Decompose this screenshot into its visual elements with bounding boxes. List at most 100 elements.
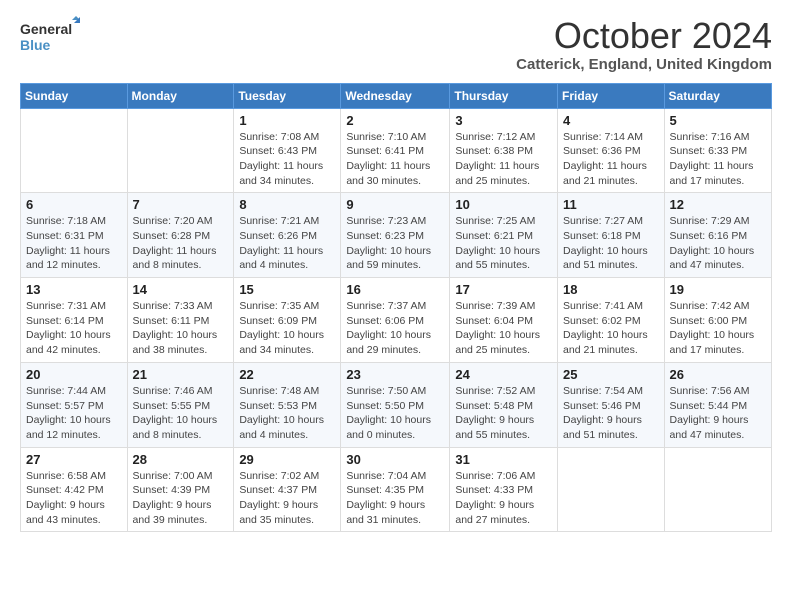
header-tuesday: Tuesday — [234, 83, 341, 108]
day-info: Sunrise: 7:39 AM Sunset: 6:04 PM Dayligh… — [455, 299, 552, 358]
cell-w4-d4: 23 Sunrise: 7:50 AM Sunset: 5:50 PM Dayli… — [341, 362, 450, 447]
day-info: Sunrise: 7:04 AM Sunset: 4:35 PM Dayligh… — [346, 469, 444, 528]
day-info: Sunrise: 7:10 AM Sunset: 6:41 PM Dayligh… — [346, 130, 444, 189]
cell-w1-d7: 5 Sunrise: 7:16 AM Sunset: 6:33 PM Daylig… — [664, 108, 771, 193]
week-row-4: 20 Sunrise: 7:44 AM Sunset: 5:57 PM Dayli… — [21, 362, 772, 447]
day-info: Sunrise: 7:18 AM Sunset: 6:31 PM Dayligh… — [26, 214, 122, 273]
calendar-table: SundayMondayTuesdayWednesdayThursdayFrid… — [20, 83, 772, 533]
cell-w4-d3: 22 Sunrise: 7:48 AM Sunset: 5:53 PM Dayli… — [234, 362, 341, 447]
day-info: Sunrise: 7:12 AM Sunset: 6:38 PM Dayligh… — [455, 130, 552, 189]
week-row-5: 27Sunrise: 6:58 AM Sunset: 4:42 PM Dayli… — [21, 447, 772, 532]
main-title: October 2024 — [516, 16, 772, 56]
day-number: 10 — [455, 197, 552, 212]
cell-w4-d2: 21 Sunrise: 7:46 AM Sunset: 5:55 PM Dayli… — [127, 362, 234, 447]
cell-w4-d5: 24 Sunrise: 7:52 AM Sunset: 5:48 PM Dayli… — [450, 362, 558, 447]
day-info: Sunrise: 7:50 AM Sunset: 5:50 PM Dayligh… — [346, 384, 444, 443]
day-number: 3 — [455, 113, 552, 128]
day-number: 9 — [346, 197, 444, 212]
cell-w5-d3: 29Sunrise: 7:02 AM Sunset: 4:37 PM Dayli… — [234, 447, 341, 532]
cell-w2-d3: 8 Sunrise: 7:21 AM Sunset: 6:26 PM Daylig… — [234, 193, 341, 278]
day-number: 17 — [455, 282, 552, 297]
day-number: 4 — [563, 113, 659, 128]
day-info: Sunrise: 7:33 AM Sunset: 6:11 PM Dayligh… — [133, 299, 229, 358]
day-info: Sunrise: 7:14 AM Sunset: 6:36 PM Dayligh… — [563, 130, 659, 189]
title-section: October 2024 Catterick, England, United … — [516, 16, 772, 73]
header-monday: Monday — [127, 83, 234, 108]
day-number: 15 — [239, 282, 335, 297]
day-info: Sunrise: 7:42 AM Sunset: 6:00 PM Dayligh… — [670, 299, 766, 358]
day-number: 23 — [346, 367, 444, 382]
day-info: Sunrise: 7:31 AM Sunset: 6:14 PM Dayligh… — [26, 299, 122, 358]
day-number: 12 — [670, 197, 766, 212]
cell-w3-d1: 13 Sunrise: 7:31 AM Sunset: 6:14 PM Dayli… — [21, 278, 128, 363]
day-number: 30 — [346, 452, 444, 467]
day-number: 24 — [455, 367, 552, 382]
day-info: Sunrise: 7:48 AM Sunset: 5:53 PM Dayligh… — [239, 384, 335, 443]
day-info: Sunrise: 7:02 AM Sunset: 4:37 PM Dayligh… — [239, 469, 335, 528]
day-number: 2 — [346, 113, 444, 128]
header: General Blue October 2024 Catterick, Eng… — [20, 16, 772, 73]
svg-text:General: General — [20, 21, 72, 37]
cell-w5-d2: 28Sunrise: 7:00 AM Sunset: 4:39 PM Dayli… — [127, 447, 234, 532]
day-info: Sunrise: 7:00 AM Sunset: 4:39 PM Dayligh… — [133, 469, 229, 528]
day-number: 5 — [670, 113, 766, 128]
day-number: 7 — [133, 197, 229, 212]
day-number: 21 — [133, 367, 229, 382]
calendar-header-row: SundayMondayTuesdayWednesdayThursdayFrid… — [21, 83, 772, 108]
day-number: 6 — [26, 197, 122, 212]
day-info: Sunrise: 7:56 AM Sunset: 5:44 PM Dayligh… — [670, 384, 766, 443]
day-number: 1 — [239, 113, 335, 128]
subtitle: Catterick, England, United Kingdom — [516, 56, 772, 73]
cell-w3-d3: 15 Sunrise: 7:35 AM Sunset: 6:09 PM Dayli… — [234, 278, 341, 363]
header-thursday: Thursday — [450, 83, 558, 108]
cell-w2-d4: 9Sunrise: 7:23 AM Sunset: 6:23 PM Daylig… — [341, 193, 450, 278]
cell-w3-d2: 14 Sunrise: 7:33 AM Sunset: 6:11 PM Dayli… — [127, 278, 234, 363]
header-sunday: Sunday — [21, 83, 128, 108]
cell-w1-d6: 4 Sunrise: 7:14 AM Sunset: 6:36 PM Daylig… — [558, 108, 665, 193]
day-info: Sunrise: 7:08 AM Sunset: 6:43 PM Dayligh… — [239, 130, 335, 189]
cell-w2-d6: 11 Sunrise: 7:27 AM Sunset: 6:18 PM Dayli… — [558, 193, 665, 278]
day-info: Sunrise: 7:27 AM Sunset: 6:18 PM Dayligh… — [563, 214, 659, 273]
svg-text:Blue: Blue — [20, 37, 51, 53]
cell-w2-d5: 10Sunrise: 7:25 AM Sunset: 6:21 PM Dayli… — [450, 193, 558, 278]
cell-w1-d3: 1 Sunrise: 7:08 AM Sunset: 6:43 PM Daylig… — [234, 108, 341, 193]
cell-w5-d7 — [664, 447, 771, 532]
day-info: Sunrise: 7:20 AM Sunset: 6:28 PM Dayligh… — [133, 214, 229, 273]
cell-w2-d2: 7 Sunrise: 7:20 AM Sunset: 6:28 PM Daylig… — [127, 193, 234, 278]
page: General Blue October 2024 Catterick, Eng… — [0, 0, 792, 612]
day-info: Sunrise: 7:44 AM Sunset: 5:57 PM Dayligh… — [26, 384, 122, 443]
day-info: Sunrise: 7:41 AM Sunset: 6:02 PM Dayligh… — [563, 299, 659, 358]
week-row-1: 1 Sunrise: 7:08 AM Sunset: 6:43 PM Daylig… — [21, 108, 772, 193]
day-number: 16 — [346, 282, 444, 297]
cell-w5-d1: 27Sunrise: 6:58 AM Sunset: 4:42 PM Dayli… — [21, 447, 128, 532]
day-number: 20 — [26, 367, 122, 382]
day-info: Sunrise: 7:35 AM Sunset: 6:09 PM Dayligh… — [239, 299, 335, 358]
cell-w1-d2 — [127, 108, 234, 193]
week-row-3: 13 Sunrise: 7:31 AM Sunset: 6:14 PM Dayli… — [21, 278, 772, 363]
header-friday: Friday — [558, 83, 665, 108]
day-number: 11 — [563, 197, 659, 212]
cell-w3-d7: 19 Sunrise: 7:42 AM Sunset: 6:00 PM Dayli… — [664, 278, 771, 363]
day-number: 8 — [239, 197, 335, 212]
day-info: Sunrise: 7:21 AM Sunset: 6:26 PM Dayligh… — [239, 214, 335, 273]
day-info: Sunrise: 7:16 AM Sunset: 6:33 PM Dayligh… — [670, 130, 766, 189]
header-saturday: Saturday — [664, 83, 771, 108]
day-info: Sunrise: 7:29 AM Sunset: 6:16 PM Dayligh… — [670, 214, 766, 273]
day-number: 31 — [455, 452, 552, 467]
day-info: Sunrise: 7:46 AM Sunset: 5:55 PM Dayligh… — [133, 384, 229, 443]
day-info: Sunrise: 7:52 AM Sunset: 5:48 PM Dayligh… — [455, 384, 552, 443]
day-number: 19 — [670, 282, 766, 297]
day-number: 22 — [239, 367, 335, 382]
cell-w4-d7: 26Sunrise: 7:56 AM Sunset: 5:44 PM Dayli… — [664, 362, 771, 447]
cell-w2-d1: 6 Sunrise: 7:18 AM Sunset: 6:31 PM Daylig… — [21, 193, 128, 278]
day-number: 14 — [133, 282, 229, 297]
day-info: Sunrise: 7:54 AM Sunset: 5:46 PM Dayligh… — [563, 384, 659, 443]
day-info: Sunrise: 7:06 AM Sunset: 4:33 PM Dayligh… — [455, 469, 552, 528]
cell-w1-d1 — [21, 108, 128, 193]
cell-w5-d6 — [558, 447, 665, 532]
day-number: 13 — [26, 282, 122, 297]
cell-w5-d4: 30 Sunrise: 7:04 AM Sunset: 4:35 PM Dayli… — [341, 447, 450, 532]
cell-w1-d4: 2 Sunrise: 7:10 AM Sunset: 6:41 PM Daylig… — [341, 108, 450, 193]
day-number: 25 — [563, 367, 659, 382]
day-info: Sunrise: 7:37 AM Sunset: 6:06 PM Dayligh… — [346, 299, 444, 358]
